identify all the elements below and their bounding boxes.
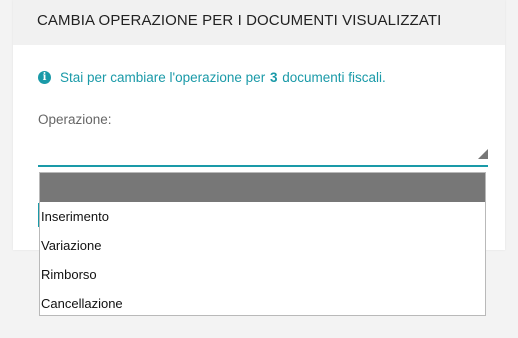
document-count: 3 [269,70,278,85]
operation-select[interactable] [38,135,488,167]
dropdown-arrow-icon [478,149,488,159]
dialog-header: CAMBIA OPERAZIONE PER I DOCUMENTI VISUAL… [13,0,505,45]
dropdown-option-inserimento[interactable]: Inserimento [40,202,485,231]
operation-label: Operazione: [38,112,112,127]
dropdown-option-cancellazione[interactable]: Cancellazione [40,289,485,318]
info-icon: i [38,71,51,84]
dropdown-option-rimborso[interactable]: Rimborso [40,260,485,289]
info-suffix: documenti fiscali. [282,70,386,85]
dialog-title: CAMBIA OPERAZIONE PER I DOCUMENTI VISUAL… [37,12,442,29]
dropdown-option-variazione[interactable]: Variazione [40,231,485,260]
dropdown-option-empty[interactable] [40,173,485,202]
info-prefix: Stai per cambiare l'operazione per [60,70,266,85]
operation-dropdown-list: Inserimento Variazione Rimborso Cancella… [39,172,486,316]
info-message: i Stai per cambiare l'operazione per 3 d… [38,70,386,85]
